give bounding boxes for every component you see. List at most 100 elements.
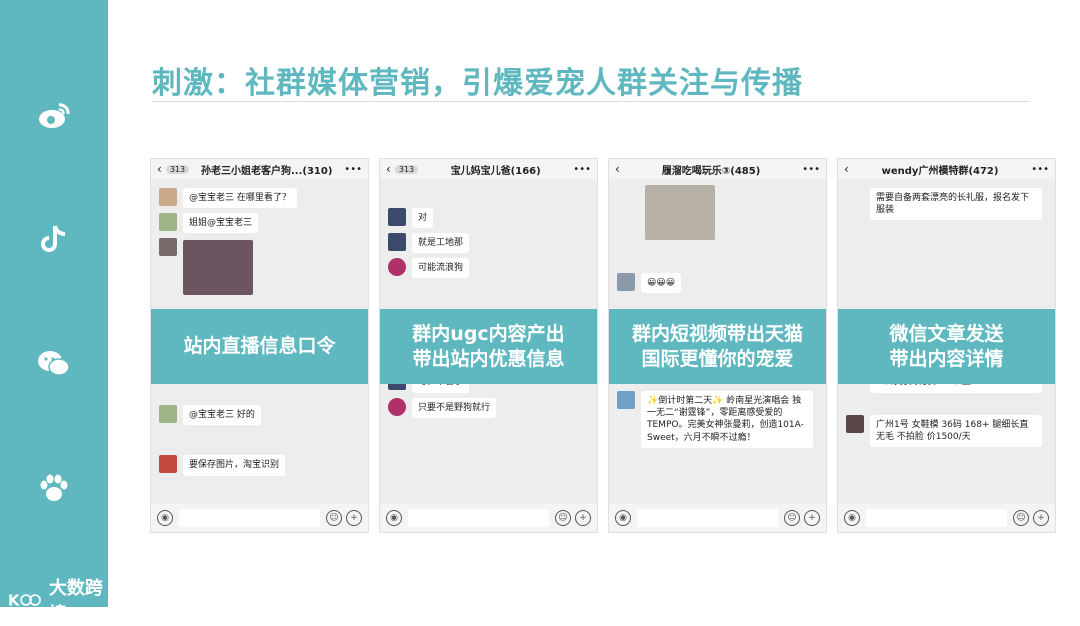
overlay-band: 群内短视频带出天猫 国际更懂你的宠爱 [609,309,826,384]
message-bubble: ✨倒计时第二天✨ 岭南星光演唱会 独一无二“谢霆锋”，零距离感受爱的TEMPO。… [641,391,813,448]
message-bubble: 姐姐@宝宝老三 [183,213,259,234]
chat-panel-1: ‹ 313 孙老三小姐老客户狗...(310) ••• @宝宝老三 在哪里看了？… [150,158,369,533]
more-icon[interactable]: ••• [802,164,820,175]
chat-message: 广州1号 女鞋模 36码 168+ 腿细长直 无毛 不拍脸 价1500/天 [846,414,1047,447]
chat-message: @宝宝老三 好的 [159,405,360,426]
message-bubble: @宝宝老三 好的 [183,405,261,426]
emoji-icon[interactable]: ☺ [1013,510,1029,526]
message-input[interactable] [637,509,778,527]
unread-badge: 313 [165,164,190,174]
weibo-icon[interactable] [34,96,74,136]
emoji-icon[interactable]: ☺ [555,510,571,526]
chat-title: 履溜吃喝玩乐③(485) [661,165,761,177]
chat-header: ‹ 313 宝儿妈宝儿爸(166) ••• [380,159,597,179]
chat-panel-3: ‹ 履溜吃喝玩乐③(485) ••• 😀😀😀 ✨倒计时第二天✨ 岭南星光演唱会 … [608,158,827,533]
message-bubble: 只要不是野狗就行 [412,397,497,418]
paw-icon[interactable] [34,468,74,508]
emoji-icon[interactable]: ☺ [784,510,800,526]
voice-icon[interactable]: ◉ [157,510,173,526]
title-divider [152,101,1030,102]
avatar [159,455,177,474]
message-input[interactable] [408,509,549,527]
voice-icon[interactable]: ◉ [386,510,402,526]
emoji-icon[interactable]: ☺ [326,510,342,526]
message-bubble: 需要自备两套漂亮的长礼服，报名发下服装 [870,188,1042,221]
chat-message: 需要自备两套漂亮的长礼服，报名发下服装 [846,188,1047,221]
band-line-1: 群内短视频带出天猫 [631,322,803,345]
band-line-2: 带出内容详情 [889,347,1004,370]
image-message[interactable] [183,240,253,296]
avatar [159,405,177,424]
chat-message [159,238,360,296]
unread-badge: 313 [394,164,419,174]
sidebar: K 大数跨境 [0,0,108,625]
avatar [388,208,406,226]
band-line-2: 国际更懂你的宠爱 [641,347,794,370]
avatar [846,414,864,433]
avatar [617,273,635,291]
message-input[interactable] [179,509,320,527]
chat-input-bar: ◉ ☺ + [380,504,597,532]
chat-message: 可能流浪狗 [388,258,589,279]
chat-panel-2: ‹ 313 宝儿妈宝儿爸(166) ••• 对 就是工地那 可能流浪狗 嗯，不管… [379,158,598,533]
chat-input-bar: ◉ ☺ + [609,504,826,532]
chat-message: 😀😀😀 [617,273,818,294]
chat-input-bar: ◉ ☺ + [838,504,1055,532]
chat-header: ‹ 313 孙老三小姐老客户狗...(310) ••• [151,159,368,179]
more-icon[interactable]: ••• [1031,164,1049,175]
back-icon[interactable]: ‹ [157,162,162,176]
avatar [159,188,177,206]
chat-panel-4: ‹ wendy广州模特群(472) ••• 需要自备两套漂亮的长礼服，报名发下服… [837,158,1056,533]
chat-title: wendy广州模特群(472) [881,165,999,177]
back-icon[interactable]: ‹ [844,162,849,176]
brand: K 大数跨境 [8,574,108,626]
chat-message: 对 [388,208,589,229]
band-line-1: 站内直播信息口令 [183,335,336,358]
more-icon[interactable]: ••• [573,164,591,175]
avatar [159,238,177,257]
chat-message: 姐姐@宝宝老三 [159,213,360,234]
message-bubble: @宝宝老三 在哪里看了？ [183,188,297,209]
overlay-band: 微信文章发送 带出内容详情 [838,309,1055,384]
message-bubble: 对 [412,208,434,229]
chat-message: @宝宝老三 在哪里看了？ [159,188,360,209]
avatar [388,258,406,277]
image-message[interactable] [645,185,715,240]
plus-icon[interactable]: + [804,510,820,526]
avatar [159,213,177,232]
avatar [617,391,635,410]
brand-logo-icon: K [8,593,41,610]
message-bubble: 要保存图片，淘宝识别 [183,455,286,476]
brand-name: 大数跨境 [48,578,103,625]
plus-icon[interactable]: + [1033,510,1049,526]
voice-icon[interactable]: ◉ [615,510,631,526]
chat-title: 宝儿妈宝儿爸(166) [450,165,541,177]
band-line-1: 微信文章发送 [889,322,1004,345]
chat-message: 要保存图片，淘宝识别 [159,455,360,476]
back-icon[interactable]: ‹ [615,162,620,176]
chat-message: ✨倒计时第二天✨ 岭南星光演唱会 独一无二“谢霆锋”，零距离感受爱的TEMPO。… [617,391,818,448]
message-bubble: 就是工地那 [412,233,470,254]
message-bubble: 可能流浪狗 [412,258,470,279]
overlay-band: 群内ugc内容产出 带出站内优惠信息 [380,309,597,384]
tiktok-icon[interactable] [34,220,74,260]
overlay-band: 站内直播信息口令 [151,309,368,384]
back-icon[interactable]: ‹ [386,162,391,176]
svg-text:K: K [8,593,20,610]
voice-icon[interactable]: ◉ [844,510,860,526]
chat-message: 只要不是野狗就行 [388,397,589,418]
chat-title: 孙老三小姐老客户狗...(310) [200,165,333,177]
chat-header: ‹ 履溜吃喝玩乐③(485) ••• [609,159,826,179]
page-title: 刺激：社群媒体营销，引爆爱宠人群关注与传播 [152,66,803,101]
more-icon[interactable]: ••• [344,164,362,175]
wechat-icon[interactable] [34,344,74,384]
avatar [388,233,406,252]
plus-icon[interactable]: + [346,510,362,526]
plus-icon[interactable]: + [575,510,591,526]
message-input[interactable] [866,509,1007,527]
message-bubble: 广州1号 女鞋模 36码 168+ 腿细长直 无毛 不拍脸 价1500/天 [870,414,1042,447]
avatar [388,397,406,416]
band-line-2: 带出站内优惠信息 [412,347,565,370]
chat-message: 就是工地那 [388,233,589,254]
chat-input-bar: ◉ ☺ + [151,504,368,532]
